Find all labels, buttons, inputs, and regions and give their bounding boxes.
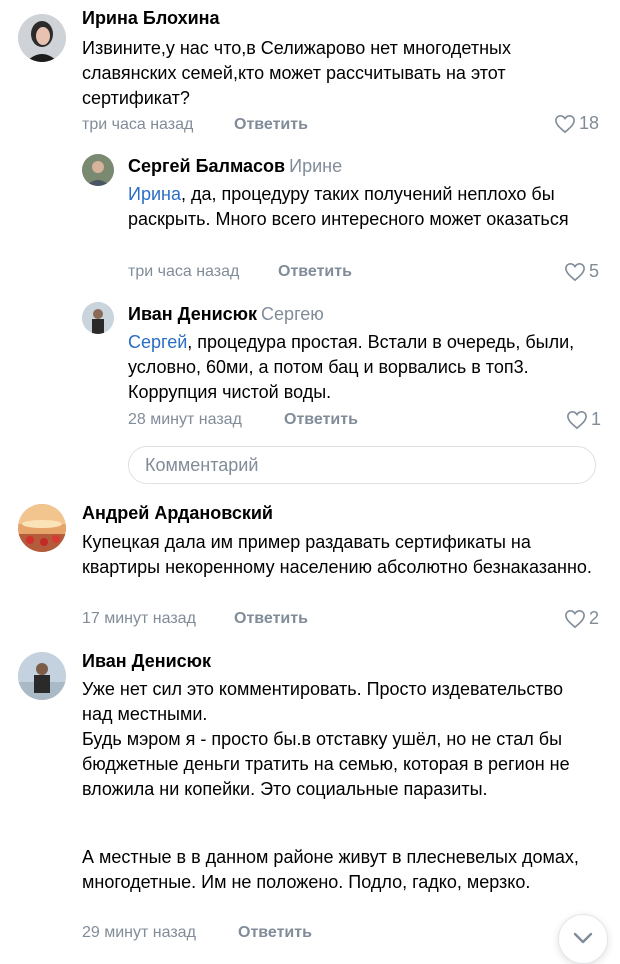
like-count: 2 (589, 608, 600, 628)
scroll-down-button[interactable] (558, 914, 608, 964)
like-button[interactable]: 1 (566, 409, 601, 430)
avatar-image (18, 652, 66, 700)
comment-input[interactable] (128, 446, 596, 484)
reply-button[interactable]: Ответить (238, 924, 312, 942)
comment-timestamp: 29 минут назад (82, 924, 196, 941)
avatar[interactable] (82, 154, 114, 186)
like-button[interactable]: 18 (554, 113, 599, 134)
chevron-down-icon (573, 932, 593, 944)
comment-text: Извините,у нас что,в Селижарово нет мног… (82, 38, 511, 108)
comment-paragraph: Будь мэром я - просто бы.в отставку ушёл… (82, 729, 570, 799)
comment-author[interactable]: Ирина Блохина (82, 8, 220, 29)
heart-outline-icon (555, 114, 575, 133)
comment-text: Ирина, да, процедуру таких получений неп… (128, 182, 598, 232)
avatar[interactable] (18, 14, 66, 62)
comment-body: , да, процедуру таких получений неплохо … (128, 184, 569, 229)
comment-author[interactable]: Иван Денисюк Сергею (128, 304, 324, 325)
heart-outline-icon (567, 410, 587, 429)
reply-to-label[interactable]: Ирине (289, 156, 342, 176)
heart-outline-icon (565, 609, 585, 628)
like-count: 18 (579, 113, 600, 133)
avatar-image (18, 504, 66, 552)
comment-timestamp: 28 минут назад (128, 411, 242, 428)
like-count: 5 (589, 261, 600, 281)
comment-body: , процедура простая. Встали в очередь, б… (128, 332, 575, 402)
author-name[interactable]: Сергей Балмасов (128, 156, 285, 176)
comment-paragraph: А местные в в данном районе живут в плес… (82, 847, 579, 892)
comment-author[interactable]: Сергей Балмасов Ирине (128, 156, 342, 177)
comment-timestamp: 17 минут назад (82, 610, 196, 627)
mention-link[interactable]: Ирина (128, 184, 181, 204)
reply-button[interactable]: Ответить (234, 116, 308, 134)
comment-paragraph: Уже нет сил это комментировать. Просто и… (82, 679, 563, 724)
reply-button[interactable]: Ответить (284, 411, 358, 429)
like-count: 1 (591, 409, 602, 429)
comment-timestamp: три часа назад (82, 116, 194, 133)
avatar-image (18, 14, 66, 62)
comment-text: Купецкая дала им пример раздавать сертиф… (82, 532, 592, 577)
avatar-image (82, 154, 114, 186)
like-button[interactable]: 5 (564, 261, 599, 282)
like-button[interactable]: 2 (564, 608, 599, 629)
avatar-image (82, 302, 114, 334)
comment-author[interactable]: Андрей Ардановский (82, 503, 273, 524)
avatar[interactable] (18, 504, 66, 552)
reply-button[interactable]: Ответить (234, 610, 308, 628)
avatar[interactable] (18, 652, 66, 700)
comment-text: Сергей, процедура простая. Встали в очер… (128, 330, 598, 405)
mention-link[interactable]: Сергей (128, 332, 187, 352)
avatar[interactable] (82, 302, 114, 334)
comment-author[interactable]: Иван Денисюк (82, 651, 211, 672)
comments-feed: Ирина Блохина Извините,у нас что,в Селиж… (0, 0, 620, 964)
heart-outline-icon (565, 262, 585, 281)
author-name[interactable]: Иван Денисюк (128, 304, 257, 324)
reply-to-label[interactable]: Сергею (261, 304, 324, 324)
reply-button[interactable]: Ответить (278, 263, 352, 281)
comment-timestamp: три часа назад (128, 263, 240, 280)
